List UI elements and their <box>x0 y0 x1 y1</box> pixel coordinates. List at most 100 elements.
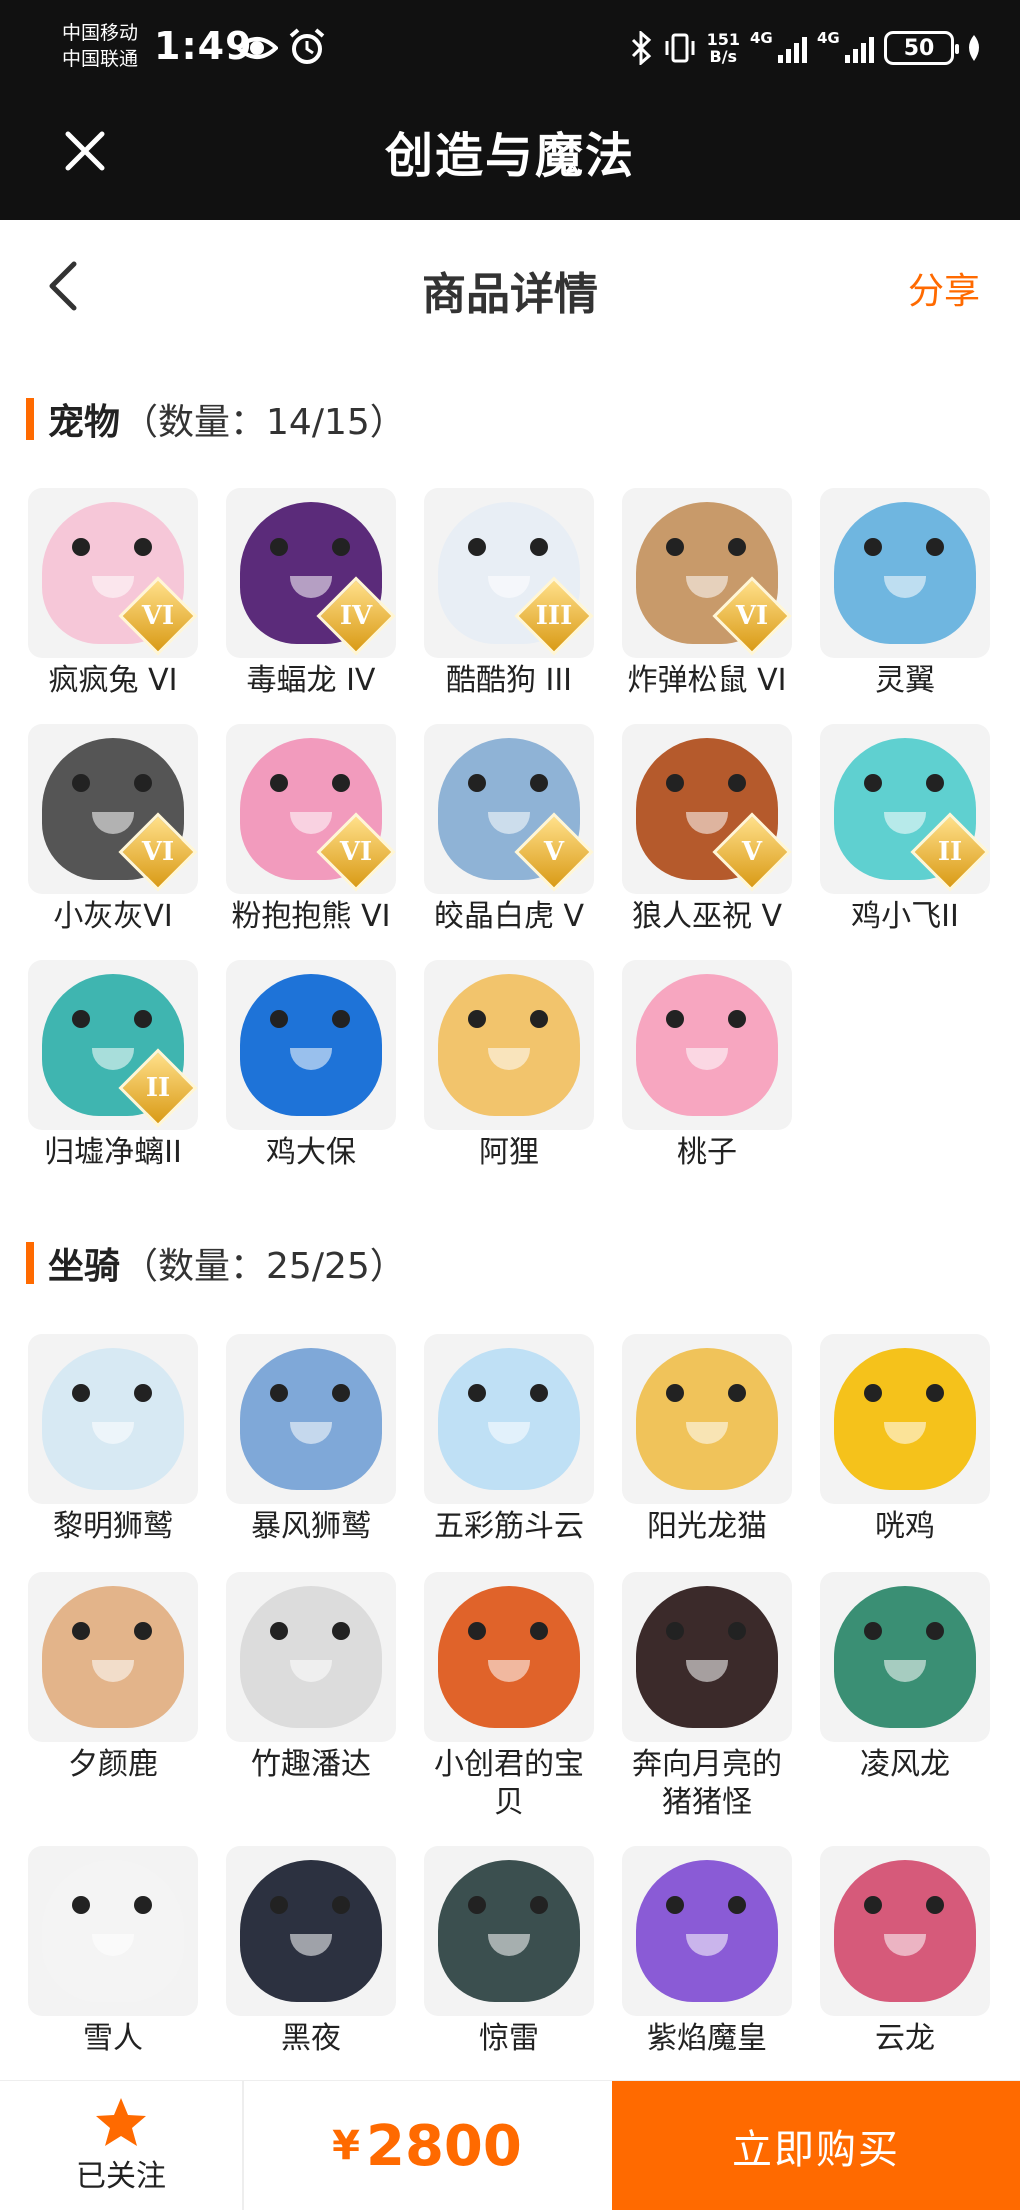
item-label: 灵翼 <box>875 663 935 698</box>
item-card[interactable]: 阿狸 <box>422 960 596 1172</box>
item-thumbnail <box>622 1334 792 1504</box>
item-image <box>438 1348 580 1490</box>
item-card[interactable]: VI 粉抱抱熊 VI <box>224 724 398 936</box>
follow-button[interactable]: 已关注 <box>0 2081 244 2210</box>
item-card[interactable]: 阳光龙猫 <box>620 1334 794 1546</box>
item-label: 云龙 <box>875 2021 935 2056</box>
item-label: 夕颜鹿 <box>68 1747 158 1782</box>
section-accent-bar <box>26 1242 34 1284</box>
item-thumbnail <box>820 1846 990 2016</box>
rank-text: VI <box>735 601 769 631</box>
item-image <box>636 1860 778 2002</box>
item-card[interactable]: 小创君的宝贝 <box>422 1572 596 1822</box>
item-image <box>636 1348 778 1490</box>
rank-text: IV <box>339 601 373 631</box>
app-title: 创造与魔法 <box>384 128 635 184</box>
item-card[interactable]: 竹趣潘达 <box>224 1572 398 1784</box>
item-label: 鸡大保 <box>266 1135 356 1170</box>
item-thumbnail <box>424 1846 594 2016</box>
page-header: 商品详情 分享 <box>0 220 1020 350</box>
item-card[interactable]: 五彩筋斗云 <box>422 1334 596 1546</box>
share-button[interactable]: 分享 <box>908 262 980 314</box>
item-label: 黎明狮鹫 <box>53 1509 173 1544</box>
section-accent-bar <box>26 398 34 440</box>
item-thumbnail <box>820 488 990 658</box>
item-card[interactable]: VI 小灰灰VI <box>26 724 200 936</box>
item-label: 暴风狮鹫 <box>251 1509 371 1544</box>
item-card[interactable]: II 归墟净螭II <box>26 960 200 1172</box>
item-label: 小灰灰VI <box>53 899 173 934</box>
item-image <box>240 1348 382 1490</box>
item-card[interactable]: 咣鸡 <box>818 1334 992 1546</box>
item-image <box>42 1860 184 2002</box>
item-label: 惊雷 <box>479 2021 539 2056</box>
item-label: 五彩筋斗云 <box>434 1509 584 1544</box>
item-label: 疯疯兔 VI <box>48 663 178 698</box>
price-amount: 2800 <box>365 2113 522 2179</box>
item-label: 毒蝠龙 IV <box>246 663 376 698</box>
item-card[interactable]: 灵翼 <box>818 488 992 700</box>
item-card[interactable]: 云龙 <box>818 1846 992 2058</box>
item-card[interactable]: 黎明狮鹫 <box>26 1334 200 1546</box>
item-thumbnail: III <box>424 488 594 658</box>
net-speed: 151 B/s <box>707 31 740 65</box>
eye-icon <box>236 37 278 59</box>
item-thumbnail <box>226 1334 396 1504</box>
item-thumbnail <box>622 1846 792 2016</box>
item-thumbnail <box>424 1334 594 1504</box>
item-label: 炸弹松鼠 VI <box>627 663 787 698</box>
item-card[interactable]: 奔向月亮的猪猪怪 <box>620 1572 794 1822</box>
item-thumbnail <box>820 1572 990 1742</box>
item-label: 奔向月亮的猪猪怪 <box>632 1747 782 1820</box>
carrier-info: 中国移动 中国联通 <box>62 20 138 72</box>
item-label: 凌风龙 <box>860 1747 950 1782</box>
item-image <box>438 974 580 1116</box>
signal-1-type: 4G <box>750 29 773 47</box>
item-image <box>240 974 382 1116</box>
price: ¥ 2800 <box>244 2081 610 2210</box>
item-image <box>834 1586 976 1728</box>
buy-now-button[interactable]: 立即购买 <box>612 2081 1020 2210</box>
pets-section-title: 宠物 <box>48 402 121 443</box>
item-image <box>42 1586 184 1728</box>
item-thumbnail <box>28 1334 198 1504</box>
mounts-section-count: （数量：25/25） <box>122 1246 406 1287</box>
rank-text: VI <box>141 601 175 631</box>
battery-icon: 50 <box>884 31 959 65</box>
item-label: 黑夜 <box>281 2021 341 2056</box>
item-card[interactable]: 鸡大保 <box>224 960 398 1172</box>
item-label: 粉抱抱熊 VI <box>231 899 391 934</box>
net-speed-value: 151 <box>706 30 740 49</box>
item-card[interactable]: 桃子 <box>620 960 794 1172</box>
item-card[interactable]: V 狼人巫祝 V <box>620 724 794 936</box>
item-card[interactable]: V 皎晶白虎 V <box>422 724 596 936</box>
item-label: 竹趣潘达 <box>251 1747 371 1782</box>
currency-symbol: ¥ <box>332 2123 360 2169</box>
item-image <box>834 1860 976 2002</box>
item-image <box>636 1586 778 1728</box>
item-thumbnail <box>820 1334 990 1504</box>
item-thumbnail <box>622 1572 792 1742</box>
pets-section-count: （数量：14/15） <box>122 402 406 443</box>
item-card[interactable]: VI 疯疯兔 VI <box>26 488 200 700</box>
pets-section-header: 宠物 （数量：14/15） <box>26 394 406 444</box>
item-thumbnail: V <box>424 724 594 894</box>
rank-text: II <box>145 1073 171 1103</box>
item-card[interactable]: 雪人 <box>26 1846 200 2058</box>
item-card[interactable]: VI 炸弹松鼠 VI <box>620 488 794 700</box>
item-thumbnail <box>424 960 594 1130</box>
item-card[interactable]: III 酷酷狗 III <box>422 488 596 700</box>
item-card[interactable]: 暴风狮鹫 <box>224 1334 398 1546</box>
item-card[interactable]: 黑夜 <box>224 1846 398 2058</box>
item-card[interactable]: 紫焰魔皇 <box>620 1846 794 2058</box>
item-label: 紫焰魔皇 <box>647 2021 767 2056</box>
leaf-icon <box>969 35 979 61</box>
item-card[interactable]: 夕颜鹿 <box>26 1572 200 1784</box>
item-card[interactable]: II 鸡小飞II <box>818 724 992 936</box>
signal-2-type: 4G <box>817 29 840 47</box>
item-card[interactable]: IV 毒蝠龙 IV <box>224 488 398 700</box>
item-label: 归墟净螭II <box>44 1135 182 1170</box>
item-card[interactable]: 凌风龙 <box>818 1572 992 1784</box>
item-thumbnail: VI <box>622 488 792 658</box>
item-card[interactable]: 惊雷 <box>422 1846 596 2058</box>
